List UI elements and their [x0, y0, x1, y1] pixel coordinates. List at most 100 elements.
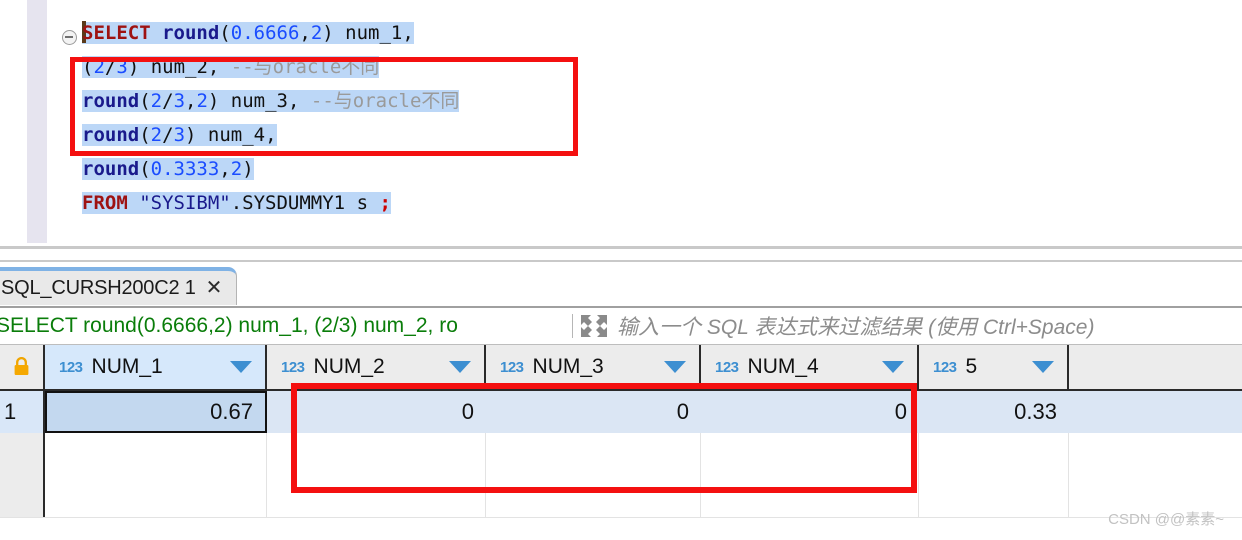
chevron-down-icon[interactable] [664, 361, 686, 373]
code-line-text: round(0.3333,2) [82, 158, 254, 180]
grid-cell[interactable]: 0.67 [45, 391, 267, 433]
code-token-plain: .SYSDUMMY1 s [230, 192, 380, 214]
row-number-cell[interactable]: 1 [0, 391, 45, 433]
chevron-down-icon[interactable] [230, 361, 252, 373]
code-line: round(2/3) num_4, [82, 118, 459, 152]
grid-header-row: 123 NUM_1 123 NUM_2 123 NUM_3 123 NUM_4 123 5 [0, 345, 1242, 391]
code-token-num: 2 [150, 90, 163, 112]
grid-column-header-num_1[interactable]: 123 NUM_1 [45, 345, 267, 391]
filter-placeholder-text: 输入一个 SQL 表达式来过滤结果 (使用 Ctrl+Space) [617, 316, 1095, 339]
code-line-text: round(2/3,2) num_3, --与oracle不同 [82, 90, 460, 112]
numeric-type-icon: 123 [59, 358, 83, 376]
app-root: SELECT round(0.6666,2) num_1, (2/3) num_2… [0, 0, 1242, 540]
expand-icon[interactable] [579, 313, 609, 339]
code-token-str: "SYSIBM" [139, 192, 231, 214]
code-token-num: 2 [310, 22, 323, 44]
watermark-text: CSDN @@素素~ [1108, 511, 1224, 528]
code-token-num: 2 [93, 56, 105, 78]
code-token-plain: / [162, 124, 174, 146]
code-token-num: 0.3333 [150, 158, 220, 180]
code-token-plain: , [299, 22, 311, 44]
results-tabstrip: SQL_CURSH200C2 1 ✕ [0, 266, 1242, 308]
code-line: round(0.3333,2) [82, 152, 459, 186]
code-token-cmt: --与oracle不同 [310, 90, 460, 112]
filter-divider [572, 314, 573, 338]
code-line-text: (2/3) num_2, --与oracle不同 [82, 56, 380, 78]
table-row[interactable] [0, 475, 1242, 518]
grid-cell[interactable]: 0 [486, 391, 701, 433]
table-row[interactable]: 1 0.67 0 0 0 0.33 [0, 391, 1242, 433]
code-line-text: FROM "SYSIBM".SYSDUMMY1 s ; [82, 192, 391, 214]
code-token-plain: , [219, 158, 231, 180]
sql-code-text[interactable]: SELECT round(0.6666,2) num_1, (2/3) num_2… [82, 16, 460, 220]
results-grid[interactable]: 123 NUM_1 123 NUM_2 123 NUM_3 123 NUM_4 123 5 1 0.… [0, 345, 1242, 540]
editor-gutter-outer [0, 0, 27, 243]
grid-cell[interactable] [701, 475, 919, 517]
grid-cell[interactable] [267, 475, 486, 517]
grid-cell[interactable]: 0 [701, 391, 919, 433]
numeric-type-icon: 123 [715, 358, 739, 376]
grid-cell[interactable] [45, 433, 267, 475]
collapse-fold-icon[interactable] [62, 30, 77, 45]
grid-cell[interactable] [45, 475, 267, 517]
pane-divider-gap [0, 249, 1242, 260]
results-filter-bar[interactable]: SELECT round(0.6666,2) num_1, (2/3) num_… [0, 308, 1242, 345]
lock-icon [13, 356, 30, 377]
code-token-num: 0.6666 [230, 22, 300, 44]
grid-cell[interactable] [486, 475, 701, 517]
editor-gutter-band [27, 0, 47, 243]
grid-cell[interactable] [486, 433, 701, 475]
grid-cell[interactable] [701, 433, 919, 475]
grid-column-label: NUM_1 [91, 355, 163, 378]
editor-gutter-inner [47, 0, 62, 243]
grid-column-header-num_2[interactable]: 123 NUM_2 [267, 345, 486, 391]
numeric-type-icon: 123 [281, 358, 305, 376]
grid-column-header-5[interactable]: 123 5 [919, 345, 1069, 391]
grid-column-label: NUM_3 [532, 355, 604, 378]
code-token-plain: ) num_3, [207, 90, 311, 112]
code-token-num: 3 [173, 124, 186, 146]
chevron-down-icon[interactable] [882, 361, 904, 373]
code-line: FROM "SYSIBM".SYSDUMMY1 s ; [82, 186, 459, 220]
code-line-text: SELECT round(0.6666,2) num_1, [82, 21, 414, 44]
code-line: round(2/3,2) num_3, --与oracle不同 [82, 84, 460, 118]
tab-sql-cursh200c2[interactable]: SQL_CURSH200C2 1 ✕ [0, 267, 238, 305]
grid-column-header-num_3[interactable]: 123 NUM_3 [486, 345, 701, 391]
tab-label: SQL_CURSH200C2 1 [1, 276, 196, 299]
table-row[interactable] [0, 433, 1242, 476]
code-token-kw: SELECT [82, 22, 151, 44]
sql-editor-pane[interactable]: SELECT round(0.6666,2) num_1, (2/3) num_2… [0, 0, 1242, 243]
code-token-num: 2 [150, 124, 163, 146]
code-token-num: 2 [230, 158, 243, 180]
grid-cell[interactable] [267, 433, 486, 475]
filter-sql-text[interactable]: SELECT round(0.6666,2) num_1, (2/3) num_… [0, 314, 570, 338]
code-token-plain: ( [139, 124, 151, 146]
grid-column-label: NUM_2 [313, 355, 385, 378]
row-number-cell[interactable] [0, 433, 45, 475]
code-token-plain: ( [82, 56, 94, 78]
code-line: (2/3) num_2, --与oracle不同 [82, 50, 459, 84]
code-token-kw: FROM [82, 192, 128, 214]
grid-header-filler [1069, 345, 1242, 391]
grid-column-header-num_4[interactable]: 123 NUM_4 [701, 345, 919, 391]
close-icon[interactable]: ✕ [206, 278, 223, 298]
code-token-plain: / [162, 90, 174, 112]
grid-cell[interactable] [919, 475, 1069, 517]
code-token-cmt: --与oracle不同 [230, 56, 380, 78]
code-token-plain: ( [139, 158, 151, 180]
grid-rownum-header[interactable] [0, 345, 45, 391]
code-line-text: round(2/3) num_4, [82, 124, 277, 146]
code-token-plain: ) num_4, [185, 124, 277, 146]
code-token-num: 3 [173, 90, 186, 112]
numeric-type-icon: 123 [500, 358, 524, 376]
chevron-down-icon[interactable] [1032, 361, 1054, 373]
grid-cell[interactable]: 0.33 [919, 391, 1069, 433]
code-token-plain: / [104, 56, 117, 78]
chevron-down-icon[interactable] [449, 361, 471, 373]
grid-cell[interactable]: 0 [267, 391, 486, 433]
row-number-cell[interactable] [0, 475, 45, 517]
grid-cell[interactable] [919, 433, 1069, 475]
code-token-plain: ) [242, 158, 254, 180]
